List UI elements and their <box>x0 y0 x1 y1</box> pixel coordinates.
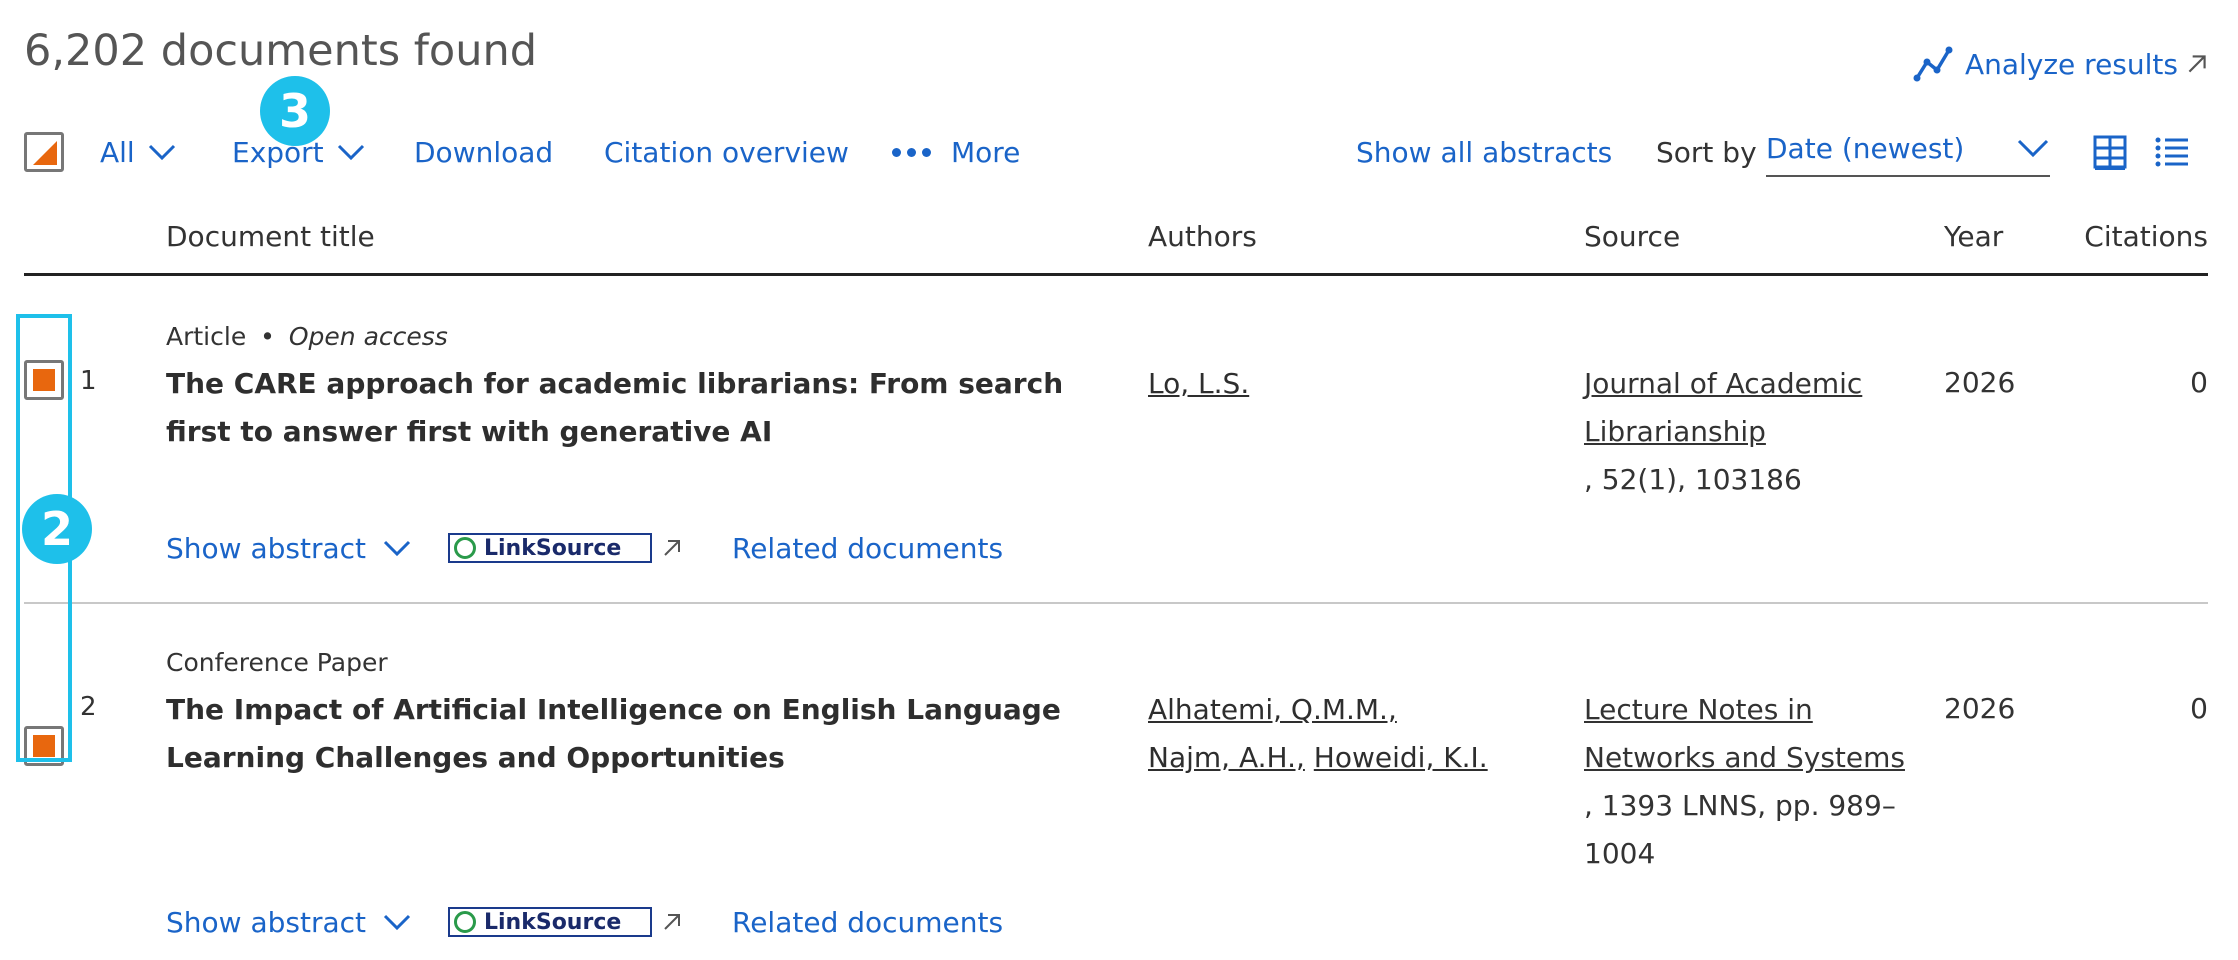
document-type: Article • Open access <box>166 322 448 351</box>
table-view-button[interactable] <box>2092 126 2128 178</box>
linksource-logo-icon <box>454 537 476 559</box>
show-abstract-button[interactable]: Show abstract <box>166 906 366 939</box>
column-header-authors[interactable]: Authors <box>1148 220 1257 253</box>
row-actions: Show abstract LinkSource Related documen… <box>166 900 1003 944</box>
authors-cell: Lo, L.S. <box>1148 360 1548 408</box>
list-view-icon <box>2155 137 2188 167</box>
external-link-icon <box>664 914 680 930</box>
authors-cell: Alhatemi, Q.M.M., Najm, A.H., Howeidi, K… <box>1148 686 1548 782</box>
sort-select[interactable]: Date (newest) <box>1766 126 2050 178</box>
year-cell: 2026 <box>1944 366 2016 399</box>
external-link-icon <box>2188 55 2206 73</box>
document-title-link[interactable]: The Impact of Artificial Intelligence on… <box>166 686 1096 782</box>
trend-line-icon <box>1913 46 1953 82</box>
source-cell: Lecture Notes in Networks and Systems , … <box>1584 686 1914 878</box>
linksource-logo-icon <box>454 911 476 933</box>
select-all-label: All <box>100 135 135 169</box>
document-type: Conference Paper <box>166 648 388 677</box>
external-link-icon <box>664 540 680 556</box>
results-toolbar: All Export Download Citation overview Mo… <box>24 126 2208 178</box>
sort-by-label: Sort by <box>1656 135 1757 169</box>
linksource-button[interactable]: LinkSource <box>448 533 684 563</box>
author-link[interactable]: Alhatemi, Q.M.M., <box>1148 693 1397 726</box>
analyze-results-link[interactable]: Analyze results <box>1913 44 2210 84</box>
related-documents-link[interactable]: Related documents <box>732 532 1003 565</box>
chevron-down-icon <box>337 144 364 161</box>
show-abstract-button[interactable]: Show abstract <box>166 532 366 565</box>
source-cell: Journal of Academic Librarianship , 52(1… <box>1584 360 1914 504</box>
source-link[interactable]: Lecture Notes in Networks and Systems <box>1584 693 1905 774</box>
column-header-title[interactable]: Document title <box>166 220 375 253</box>
annotation-badge-3: 3 <box>260 76 330 146</box>
column-header-source[interactable]: Source <box>1584 220 1680 253</box>
annotation-badge-2: 2 <box>22 494 92 564</box>
author-link[interactable]: Howeidi, K.I. <box>1314 741 1488 774</box>
chevron-down-icon <box>383 914 411 931</box>
column-header-citations[interactable]: Citations <box>2084 220 2208 253</box>
more-button[interactable]: More <box>892 126 1020 178</box>
table-header: Document title Authors Source Year Citat… <box>24 216 2208 276</box>
source-details: , 52(1), 103186 <box>1584 463 1802 496</box>
sort-value: Date (newest) <box>1766 131 1965 165</box>
row-divider <box>24 602 2208 604</box>
linksource-button[interactable]: LinkSource <box>448 907 684 937</box>
source-link[interactable]: Journal of Academic Librarianship <box>1584 367 1862 448</box>
citations-cell: 0 <box>2190 366 2208 399</box>
show-all-abstracts-button[interactable]: Show all abstracts <box>1356 126 1612 178</box>
author-link[interactable]: Lo, L.S. <box>1148 367 1249 400</box>
document-title-link[interactable]: The CARE approach for academic librarian… <box>166 360 1096 456</box>
more-label: More <box>951 135 1021 169</box>
row-number: 1 <box>80 366 97 396</box>
row-number: 2 <box>80 692 97 722</box>
related-documents-link[interactable]: Related documents <box>732 906 1003 939</box>
row-actions: Show abstract LinkSource Related documen… <box>166 526 1003 570</box>
grid-view-icon <box>2093 135 2127 170</box>
more-dots-icon <box>892 147 931 157</box>
results-count: 6,202 documents found <box>24 26 538 76</box>
select-all-checkbox[interactable] <box>24 126 64 178</box>
download-button[interactable]: Download <box>414 126 553 178</box>
citations-cell: 0 <box>2190 692 2208 725</box>
list-view-button[interactable] <box>2154 126 2190 178</box>
column-header-year[interactable]: Year <box>1944 220 2003 253</box>
chevron-down-icon <box>148 144 175 161</box>
select-all-dropdown[interactable]: All <box>100 126 177 178</box>
year-cell: 2026 <box>1944 692 2016 725</box>
source-details: , 1393 LNNS, pp. 989–1004 <box>1584 789 1896 870</box>
author-link[interactable]: Najm, A.H., <box>1148 741 1305 774</box>
chevron-down-icon <box>383 540 411 557</box>
chevron-down-icon <box>2017 139 2049 158</box>
analyze-results-label: Analyze results <box>1964 47 2178 81</box>
citation-overview-button[interactable]: Citation overview <box>604 126 849 178</box>
open-access-label: Open access <box>288 322 448 351</box>
